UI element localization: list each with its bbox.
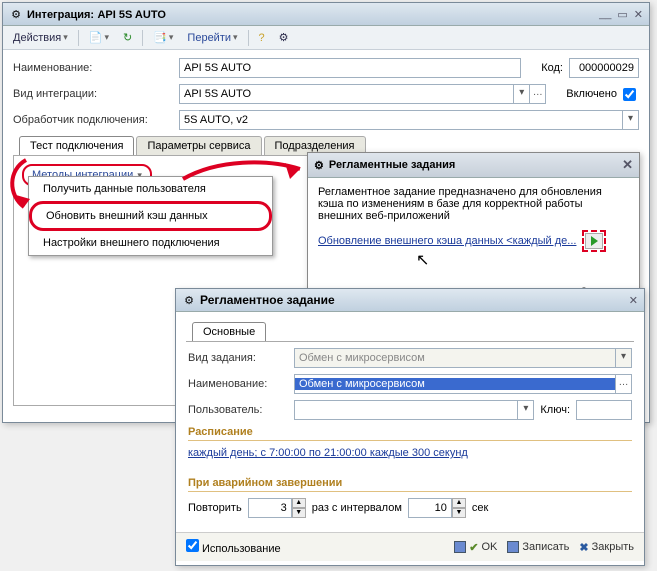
sched-popup-text: Регламентное задание предназначено для о… <box>318 186 629 222</box>
new-icon[interactable]: 📄▾ <box>85 29 113 46</box>
chevron-down-icon: ▾ <box>513 85 529 103</box>
job-name-input[interactable]: Обмен с микросервисом … <box>294 374 632 394</box>
label-handler: Обработчик подключения: <box>13 114 173 126</box>
cursor-icon: ↖ <box>416 250 657 270</box>
close-icon[interactable]: ✕ <box>622 157 633 173</box>
handler-combo[interactable]: 5S AUTO, v2 ▾ <box>179 110 639 130</box>
check-icon: ✔ <box>469 541 478 554</box>
main-toolbar: Действия ▾ 📄▾ ↻ 📑▾ Перейти ▾ ? ⚙ <box>3 26 649 50</box>
save-button[interactable]: Записать <box>507 541 569 553</box>
chevron-down-icon: ▾ <box>615 349 631 367</box>
minimize-icon[interactable]: __ <box>599 8 611 21</box>
job-key-input[interactable] <box>576 400 632 420</box>
job-user-combo[interactable]: ▾ <box>294 400 534 420</box>
sched-link[interactable]: Обновление внешнего кэша данных <каждый … <box>318 235 576 247</box>
job-titlebar: ⚙ Регламентное задание ✕ <box>176 289 644 312</box>
repeat-spinner[interactable]: ▲▼ <box>248 498 306 518</box>
main-titlebar: ⚙ Интеграция: API 5S AUTO __ ▭ ✕ <box>3 3 649 26</box>
close-icon[interactable]: ✕ <box>634 8 643 21</box>
name-input[interactable] <box>179 58 521 78</box>
gear-icon[interactable]: ⚙ <box>275 29 293 46</box>
play-highlight <box>582 230 606 252</box>
ellipsis-icon: … <box>529 85 545 103</box>
integration-icon: ⚙ <box>9 7 23 21</box>
schedule-link[interactable]: каждый день; с 7:00:00 по 21:00:00 кажды… <box>188 447 632 459</box>
kind-combo[interactable]: API 5S AUTO ▾ … <box>179 84 546 104</box>
tab-test[interactable]: Тест подключения <box>19 136 134 155</box>
refresh-icon[interactable]: ↻ <box>119 29 136 46</box>
label-kind: Вид интеграции: <box>13 88 173 100</box>
maximize-icon[interactable]: ▭ <box>617 8 627 21</box>
chevron-down-icon: ▾ <box>622 111 638 129</box>
label-job-kind: Вид задания: <box>188 352 288 364</box>
menu-item-update-cache[interactable]: Обновить внешний кэш данных <box>29 201 272 231</box>
save-icon <box>507 541 519 553</box>
sched-popup-title: ⚙ Регламентные задания ✕ <box>308 153 639 178</box>
label-code: Код: <box>541 62 563 74</box>
label-sec: сек <box>472 502 488 514</box>
methods-dropdown: Получить данные пользователя Обновить вн… <box>28 176 273 256</box>
use-checkbox[interactable] <box>186 539 199 552</box>
tab-main[interactable]: Основные <box>192 322 266 341</box>
goto-menu[interactable]: Перейти ▾ <box>183 30 241 46</box>
actions-menu[interactable]: Действия ▾ <box>9 30 72 46</box>
label-job-name: Наименование: <box>188 378 288 390</box>
save-icon <box>454 541 466 553</box>
label-use: Использование <box>202 543 281 555</box>
interval-spinner[interactable]: ▲▼ <box>408 498 466 518</box>
ellipsis-icon: … <box>615 375 631 393</box>
close-icon: ✖ <box>579 541 588 554</box>
enabled-checkbox[interactable] <box>623 88 636 101</box>
play-icon <box>591 236 598 246</box>
job-kind-combo[interactable]: Обмен с микросервисом ▾ <box>294 348 632 368</box>
spin-up-icon: ▲ <box>292 498 306 508</box>
title-name: API 5S AUTO <box>97 9 165 21</box>
spin-down-icon: ▼ <box>452 508 466 518</box>
close-icon[interactable]: ✕ <box>629 294 638 307</box>
help-icon[interactable]: ? <box>255 30 269 46</box>
label-name: Наименование: <box>13 62 173 74</box>
ok-button[interactable]: ✔OK <box>454 541 497 554</box>
code-input[interactable] <box>569 58 639 78</box>
schedule-head: Расписание <box>188 426 632 441</box>
spin-up-icon: ▲ <box>452 498 466 508</box>
label-job-key: Ключ: <box>540 404 570 416</box>
label-enabled: Включено <box>566 88 617 100</box>
play-button[interactable] <box>585 233 603 249</box>
menu-item-get-user[interactable]: Получить данные пользователя <box>29 177 272 201</box>
title-prefix: Интеграция: <box>27 9 94 21</box>
menu-item-conn-settings[interactable]: Настройки внешнего подключения <box>29 231 272 255</box>
tab-params[interactable]: Параметры сервиса <box>136 136 261 155</box>
gear-icon: ⚙ <box>182 293 196 307</box>
close-button[interactable]: ✖Закрыть <box>579 541 634 554</box>
chevron-down-icon: ▾ <box>517 401 533 419</box>
spin-down-icon: ▼ <box>292 508 306 518</box>
label-times: раз с интервалом <box>312 502 402 514</box>
label-repeat: Повторить <box>188 502 242 514</box>
gear-icon: ⚙ <box>314 159 324 172</box>
copy-icon[interactable]: 📑▾ <box>149 29 177 46</box>
job-title: Регламентное задание <box>200 293 335 307</box>
label-job-user: Пользователь: <box>188 404 288 416</box>
crash-head: При аварийном завершении <box>188 477 632 492</box>
